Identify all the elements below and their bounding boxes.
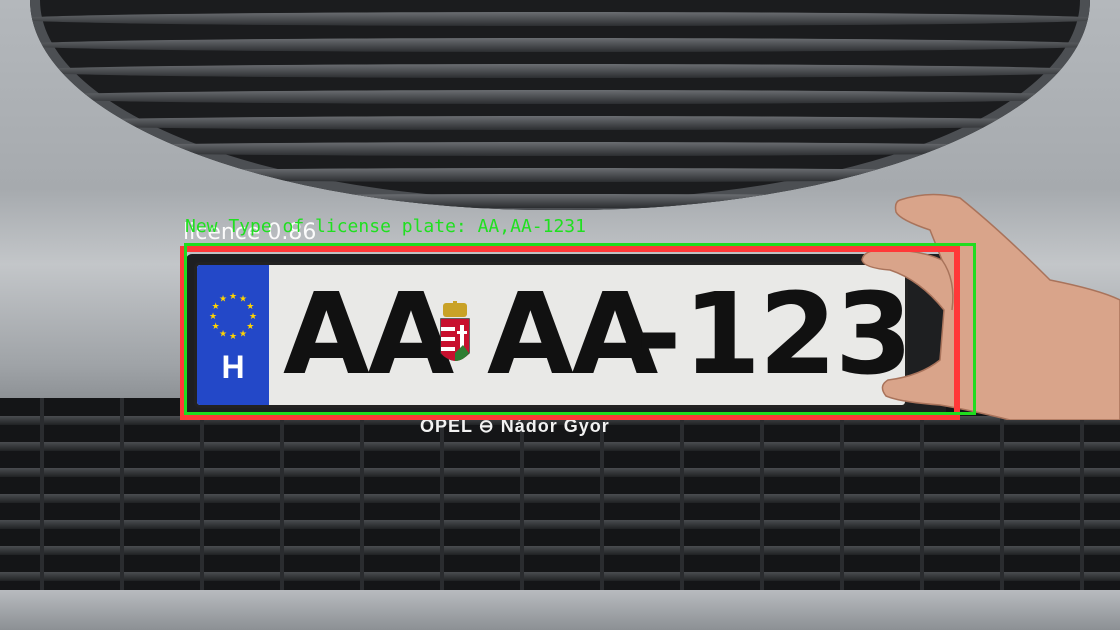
grille-bar (0, 572, 1120, 581)
grille-rib (680, 398, 684, 598)
grille-rib (1000, 398, 1004, 598)
grille-rib (920, 398, 924, 598)
grille-slat (30, 12, 1090, 26)
grille-rib (40, 398, 44, 598)
grille-bar (0, 468, 1120, 477)
grille-slat (30, 116, 1090, 130)
grille-bar (0, 520, 1120, 529)
grille-rib (280, 398, 284, 598)
bumper-lip (0, 590, 1120, 630)
grille-rib (1080, 398, 1084, 598)
grille-rib (120, 398, 124, 598)
grille-slat (30, 168, 1090, 182)
grille-slat (30, 90, 1090, 104)
grille-slat (30, 142, 1090, 156)
grille-rib (840, 398, 844, 598)
grille-slat (30, 64, 1090, 78)
grille-slat (30, 38, 1090, 52)
grille-bar (0, 494, 1120, 503)
grille-rib (360, 398, 364, 598)
detection-box-new-type (184, 243, 976, 415)
upper-grille (30, 0, 1090, 210)
photo-scene: OPEL ⊖ Nádor Gyor ★ ★ ★ ★ ★ ★ ★ ★ ★ ★ ★ ★ H AA AA (0, 0, 1120, 630)
grille-bar (0, 442, 1120, 451)
detection-label-new-type: New Type of license plate: AA,AA-1231 (185, 216, 586, 237)
grille-bar (0, 546, 1120, 555)
grille-rib (200, 398, 204, 598)
grille-rib (760, 398, 764, 598)
